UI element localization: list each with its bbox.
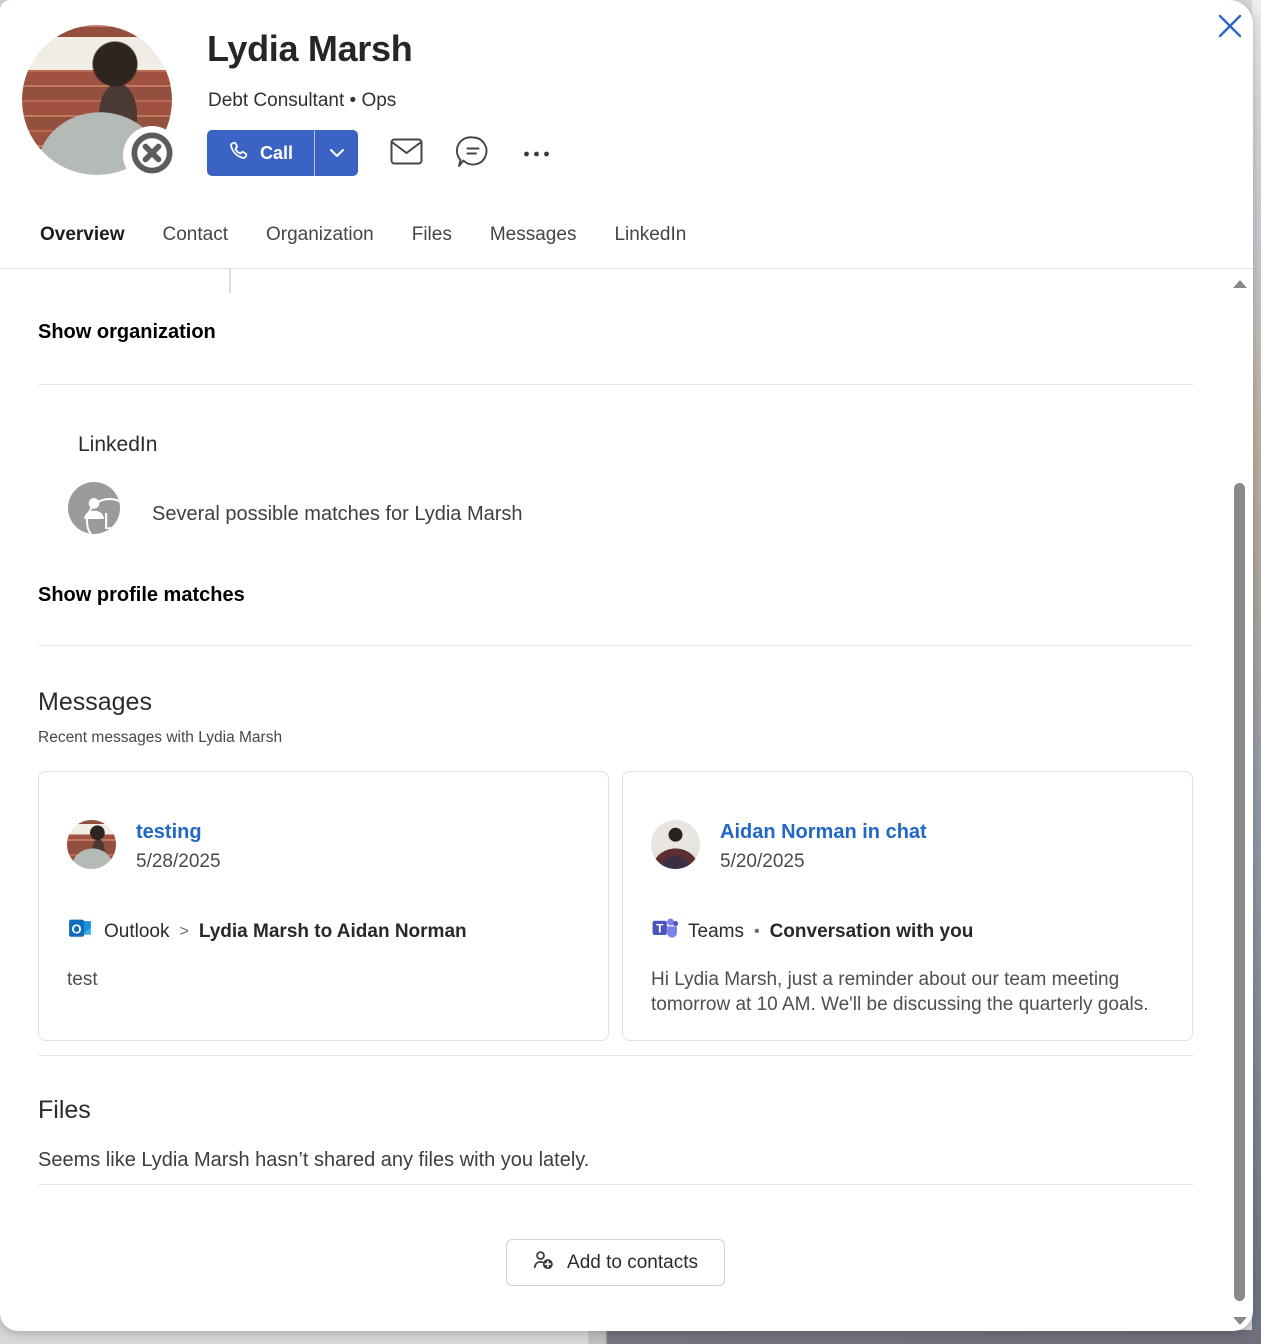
call-options-dropdown[interactable]: [315, 130, 358, 176]
send-email-button[interactable]: [390, 138, 423, 168]
message-date: 5/20/2025: [720, 851, 927, 873]
scroll-down-arrow[interactable]: [1233, 1317, 1247, 1325]
ellipsis-icon: [523, 146, 550, 161]
svg-text:O: O: [72, 921, 82, 936]
linkedin-match-row: L Several possible matches for Lydia Mar…: [38, 482, 1193, 546]
call-split-button: Call: [207, 130, 358, 176]
start-chat-button[interactable]: [455, 135, 491, 172]
messages-section-subtitle: Recent messages with Lydia Marsh: [38, 729, 1193, 747]
message-source-label: Teams: [688, 921, 744, 943]
linkedin-section-header: in LinkedIn: [38, 431, 1193, 458]
message-date: 5/28/2025: [136, 851, 221, 873]
background-app-bottom-edge: [0, 1330, 1261, 1344]
call-button[interactable]: Call: [207, 130, 315, 176]
section-divider: [38, 1055, 1193, 1056]
tab-messages[interactable]: Messages: [490, 224, 577, 264]
tab-files[interactable]: Files: [412, 224, 452, 264]
tab-overview[interactable]: Overview: [40, 224, 125, 264]
mail-icon: [390, 138, 423, 168]
person-add-icon: [533, 1250, 554, 1276]
message-context: Conversation with you: [770, 921, 974, 943]
files-section-title: Files: [38, 1096, 1193, 1125]
add-to-contacts-row: Add to contacts: [38, 1239, 1193, 1286]
scrollbar-thumb[interactable]: [1234, 483, 1245, 1301]
profile-actions: Call: [207, 130, 550, 176]
messages-section-title: Messages: [38, 688, 1193, 717]
profile-tabs: Overview Contact Organization Files Mess…: [40, 224, 686, 264]
svg-text:T: T: [656, 922, 664, 936]
linkedin-icon: in: [38, 431, 65, 458]
outlook-icon: O: [67, 915, 94, 948]
message-preview-text: test: [67, 967, 580, 992]
org-chart-connector-line: [229, 269, 231, 293]
section-divider: [38, 1184, 1193, 1185]
page-title: Lydia Marsh: [207, 28, 412, 70]
message-title-link[interactable]: Aidan Norman in chat: [720, 820, 927, 844]
recent-messages-list: testing 5/28/2025 O Outlook >: [38, 771, 1193, 1041]
person-job-title: Debt Consultant • Ops: [208, 90, 396, 112]
section-divider: [38, 645, 1193, 646]
contact-profile-card: Lydia Marsh Debt Consultant • Ops Call: [0, 0, 1253, 1331]
more-options-button[interactable]: [523, 146, 550, 161]
teams-icon: T: [651, 915, 678, 948]
linkedin-match-avatars: L: [38, 482, 138, 546]
message-preview-text: Hi Lydia Marsh, just a reminder about ou…: [651, 967, 1164, 1017]
chat-icon: [455, 135, 491, 172]
message-context: Lydia Marsh to Aidan Norman: [199, 921, 467, 943]
tab-organization[interactable]: Organization: [266, 224, 374, 264]
chevron-right-icon: >: [179, 923, 188, 941]
files-empty-text: Seems like Lydia Marsh hasn’t shared any…: [38, 1149, 1193, 1172]
call-button-label: Call: [260, 143, 293, 164]
overview-tab-content: Show organization in LinkedIn L Several …: [0, 269, 1253, 1286]
chevron-down-icon: [329, 146, 345, 161]
presence-x-icon: [129, 130, 175, 181]
dot-separator: •: [754, 923, 760, 941]
message-card-outlook[interactable]: testing 5/28/2025 O Outlook >: [38, 771, 609, 1041]
tab-linkedin[interactable]: LinkedIn: [614, 224, 686, 264]
message-card-teams[interactable]: Aidan Norman in chat 5/20/2025 T: [622, 771, 1193, 1041]
add-to-contacts-label: Add to contacts: [567, 1252, 698, 1274]
linkedin-section-title: LinkedIn: [78, 433, 157, 457]
match-initial-badge: L: [86, 498, 133, 545]
avatar: [67, 820, 116, 869]
show-organization-link[interactable]: Show organization: [38, 321, 216, 344]
message-source-label: Outlook: [104, 921, 169, 943]
linkedin-match-text: Several possible matches for Lydia Marsh: [152, 503, 523, 526]
avatar: [651, 820, 700, 869]
add-to-contacts-button[interactable]: Add to contacts: [506, 1239, 725, 1286]
tab-contact[interactable]: Contact: [163, 224, 228, 264]
close-button[interactable]: [1214, 10, 1246, 42]
section-divider: [38, 384, 1193, 385]
show-profile-matches-link[interactable]: Show profile matches: [38, 584, 245, 607]
close-icon: [1217, 27, 1243, 42]
scroll-up-arrow[interactable]: [1233, 280, 1247, 288]
background-app-right-edge: [1252, 0, 1261, 1344]
message-title-link[interactable]: testing: [136, 820, 221, 844]
presence-offline-badge: [123, 126, 181, 184]
phone-icon: [228, 140, 249, 166]
